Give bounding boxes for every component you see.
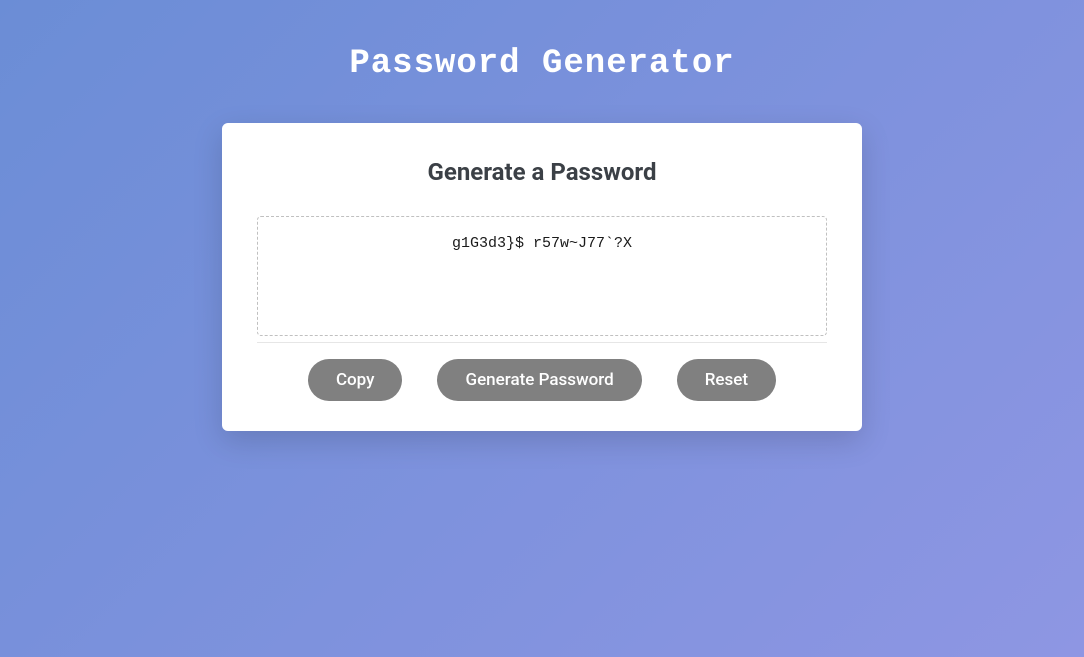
card-heading: Generate a Password — [257, 158, 827, 186]
divider — [257, 342, 827, 343]
generator-card: Generate a Password g1G3d3}$ r57w~J77`?X… — [222, 123, 862, 431]
generate-button[interactable]: Generate Password — [437, 359, 641, 401]
button-row: Copy Generate Password Reset — [257, 359, 827, 401]
password-output[interactable]: g1G3d3}$ r57w~J77`?X — [257, 216, 827, 336]
page-title: Password Generator — [0, 45, 1084, 83]
reset-button[interactable]: Reset — [677, 359, 776, 401]
copy-button[interactable]: Copy — [308, 359, 403, 401]
